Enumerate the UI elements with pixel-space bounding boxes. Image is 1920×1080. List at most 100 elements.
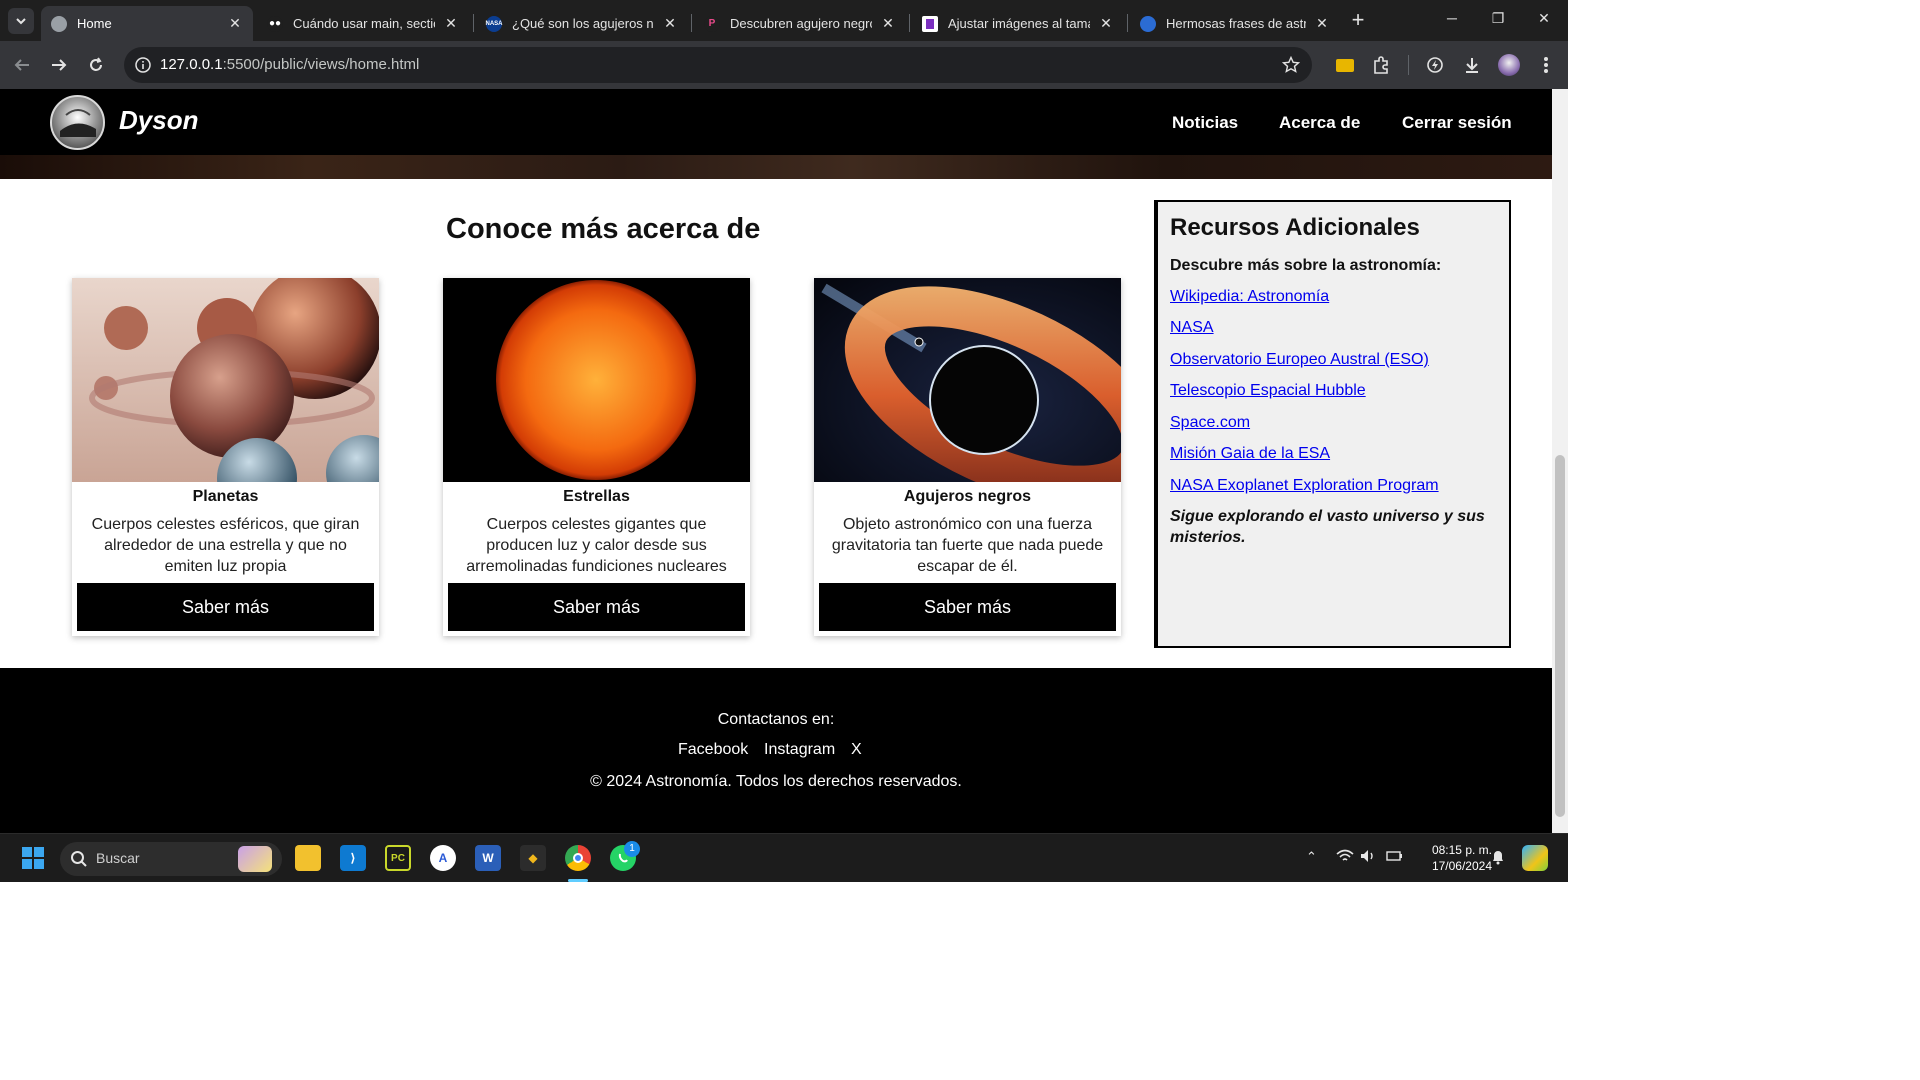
- recursos-adicionales-panel: Recursos Adicionales Descubre más sobre …: [1154, 200, 1511, 648]
- nav-acerca-de[interactable]: Acerca de: [1279, 113, 1360, 133]
- tab-search-button[interactable]: [8, 8, 34, 34]
- link-eso[interactable]: Observatorio Europeo Austral (ESO): [1170, 351, 1429, 369]
- arrow-right-icon: [52, 59, 67, 71]
- nav-cerrar-sesion[interactable]: Cerrar sesión: [1402, 113, 1512, 133]
- page-scrollbar[interactable]: [1552, 89, 1568, 833]
- word-icon[interactable]: W: [475, 845, 501, 871]
- footer-link-facebook[interactable]: Facebook: [678, 741, 748, 759]
- download-icon[interactable]: [1460, 53, 1484, 77]
- tab-separator: [473, 14, 474, 32]
- forward-button[interactable]: [47, 53, 71, 77]
- tab-main-section[interactable]: ●● Cuándo usar main, section, article ✕: [257, 6, 469, 41]
- copilot-icon[interactable]: [1522, 845, 1548, 871]
- tab-ajustar-imagenes[interactable]: Ajustar imágenes al tamaño del div ✕: [912, 6, 1124, 41]
- wifi-icon[interactable]: [1336, 849, 1354, 866]
- site-logo[interactable]: [50, 95, 105, 150]
- aside-title: Recursos Adicionales: [1170, 214, 1420, 241]
- tab-frases-astronomia[interactable]: Hermosas frases de astronomía ✕: [1130, 6, 1340, 41]
- p-icon: P: [704, 15, 720, 32]
- search-icon: [71, 851, 87, 867]
- site-footer: Contactanos en: Facebook Instagram X © 2…: [0, 668, 1552, 833]
- saber-mas-button[interactable]: Saber más: [77, 583, 374, 631]
- back-button[interactable]: [10, 53, 34, 77]
- tab-title: Cuándo usar main, section, article: [293, 16, 435, 31]
- volume-icon[interactable]: [1360, 849, 1376, 866]
- site-info-icon[interactable]: [134, 56, 152, 79]
- app-store-icon[interactable]: A: [430, 845, 456, 871]
- profile-avatar[interactable]: [1497, 53, 1521, 77]
- vscode-icon[interactable]: ⟩: [340, 845, 366, 871]
- chevron-down-icon: [16, 18, 26, 25]
- extension-folder-icon[interactable]: [1333, 53, 1357, 77]
- black-hole-image: [814, 278, 1121, 482]
- close-tab-icon[interactable]: ✕: [662, 15, 678, 32]
- tab-strip: Home ✕ ●● Cuándo usar main, section, art…: [0, 0, 1568, 41]
- card-description: Cuerpos celestes esféricos, que giran al…: [91, 516, 360, 575]
- bookmark-star-icon[interactable]: [1281, 55, 1301, 79]
- minimize-button[interactable]: ─: [1440, 10, 1464, 30]
- tab-home[interactable]: Home ✕: [41, 6, 253, 41]
- card-title: Agujeros negros: [903, 488, 1032, 505]
- tab-title: Hermosas frases de astronomía: [1166, 16, 1306, 31]
- link-space-com[interactable]: Space.com: [1170, 414, 1250, 432]
- close-tab-icon[interactable]: ✕: [1098, 15, 1114, 32]
- address-bar[interactable]: 127.0.0.1:5500/public/views/home.html: [124, 47, 1312, 83]
- link-exoplanet[interactable]: NASA Exoplanet Exploration Program: [1170, 477, 1439, 495]
- medium-icon: ●●: [267, 15, 283, 32]
- planets-image: [72, 278, 379, 482]
- flag-icon: [922, 15, 938, 32]
- battery-plug-icon[interactable]: [1386, 849, 1404, 866]
- close-tab-icon[interactable]: ✕: [880, 15, 896, 32]
- windows-taskbar: Buscar ⟩ PC A W ◆ 1 ⌃ 08:15 p. m. 17/06/…: [0, 833, 1568, 882]
- link-wikipedia[interactable]: Wikipedia: Astronomía: [1170, 288, 1329, 306]
- show-hidden-icons-chevron-up-icon[interactable]: ⌃: [1306, 849, 1317, 865]
- aside-lead: Descubre más sobre la astronomía:: [1170, 257, 1442, 274]
- chrome-icon[interactable]: [565, 845, 591, 871]
- card-estrellas: Estrellas Cuerpos celestes gigantes que …: [443, 278, 750, 636]
- brand-name[interactable]: Dyson: [119, 105, 198, 136]
- file-explorer-icon[interactable]: [295, 845, 321, 871]
- notifications-bell-icon[interactable]: [1491, 849, 1505, 868]
- reload-icon: [90, 57, 102, 71]
- close-tab-icon[interactable]: ✕: [1314, 15, 1330, 32]
- git-icon[interactable]: ◆: [520, 845, 546, 871]
- close-window-button[interactable]: ✕: [1532, 10, 1556, 30]
- card-title: Planetas: [192, 488, 259, 505]
- tab-agujeros-negros[interactable]: NASA ¿Qué son los agujeros negros? ✕: [476, 6, 688, 41]
- tab-title: ¿Qué son los agujeros negros?: [512, 16, 654, 31]
- chrome-menu-icon[interactable]: [1534, 53, 1558, 77]
- link-gaia[interactable]: Misión Gaia de la ESA: [1170, 445, 1330, 463]
- taskbar-clock[interactable]: 08:15 p. m. 17/06/2024: [1412, 842, 1492, 874]
- extensions-puzzle-icon[interactable]: [1369, 53, 1393, 77]
- nav-noticias[interactable]: Noticias: [1172, 113, 1238, 133]
- link-nasa[interactable]: NASA: [1170, 319, 1214, 337]
- footer-link-x[interactable]: X: [851, 741, 862, 759]
- site-header: Dyson Noticias Acerca de Cerrar sesión: [0, 89, 1552, 155]
- pycharm-icon[interactable]: PC: [385, 845, 411, 871]
- saber-mas-button[interactable]: Saber más: [448, 583, 745, 631]
- tab-title: Ajustar imágenes al tamaño del div: [948, 16, 1090, 31]
- close-tab-icon[interactable]: ✕: [227, 15, 243, 32]
- web-page: Dyson Noticias Acerca de Cerrar sesión C…: [0, 89, 1552, 833]
- performance-icon[interactable]: [1423, 53, 1447, 77]
- reload-button[interactable]: [84, 53, 108, 77]
- nasa-icon: NASA: [486, 15, 503, 32]
- url-text: 127.0.0.1:5500/public/views/home.html: [160, 56, 419, 73]
- scrollbar-thumb[interactable]: [1555, 455, 1565, 817]
- footer-link-instagram[interactable]: Instagram: [764, 741, 835, 759]
- restore-button[interactable]: ❐: [1486, 10, 1510, 30]
- new-tab-button[interactable]: +: [1346, 9, 1370, 33]
- star-image: [443, 278, 750, 482]
- taskbar-search-box[interactable]: Buscar: [60, 842, 282, 876]
- clock-time: 08:15 p. m.: [1431, 843, 1492, 857]
- link-hubble[interactable]: Telescopio Espacial Hubble: [1170, 382, 1366, 400]
- saber-mas-button[interactable]: Saber más: [819, 583, 1116, 631]
- search-placeholder: Buscar: [96, 850, 140, 866]
- section-title: Conoce más acerca de: [446, 213, 761, 245]
- search-highlight-icon: [238, 846, 272, 872]
- close-tab-icon[interactable]: ✕: [443, 15, 459, 32]
- windows-start-icon[interactable]: [20, 845, 46, 871]
- tab-descubren-agujero[interactable]: P Descubren agujero negro con masa ✕: [694, 6, 906, 41]
- card-agujeros-negros: Agujeros negros Objeto astronómico con u…: [814, 278, 1121, 636]
- tab-title: Descubren agujero negro con masa: [730, 16, 872, 31]
